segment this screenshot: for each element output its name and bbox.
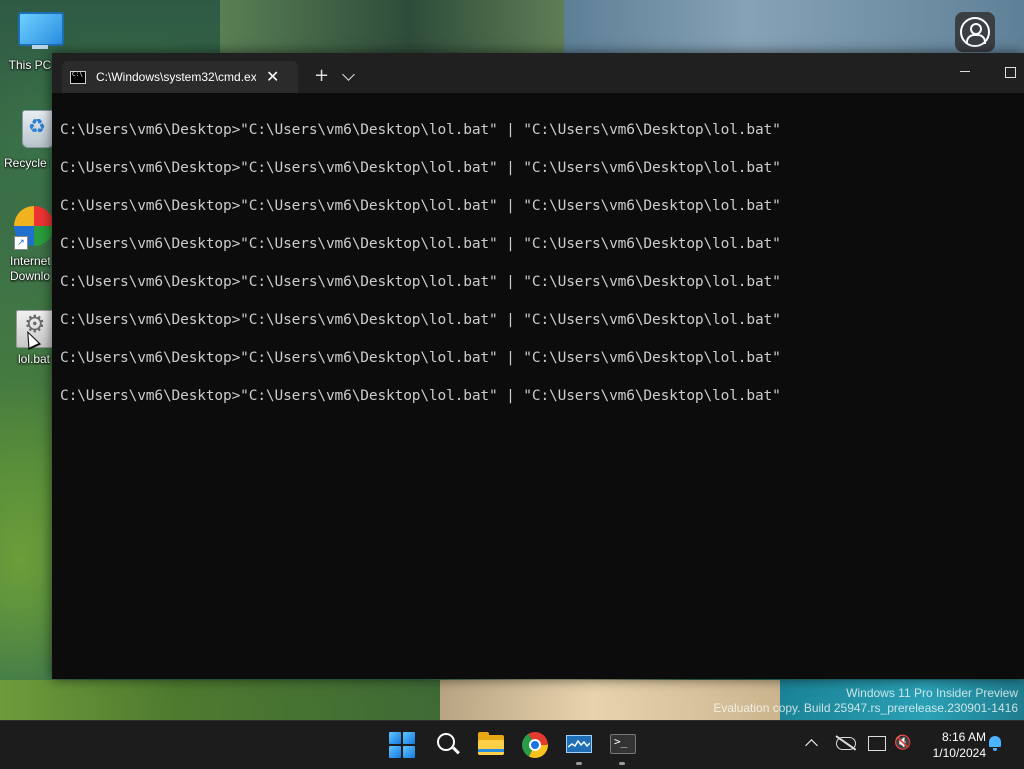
windows-logo-tile — [389, 746, 401, 758]
monitor-stand — [32, 45, 48, 49]
terminal-window[interactable]: C:\Windows\system32\cmd.exe ✕ + C:\Users… — [52, 53, 1024, 679]
windows-watermark: Windows 11 Pro Insider Preview Evaluatio… — [713, 686, 1018, 716]
desktop-icon-label: Recycle Bin — [4, 156, 50, 170]
notification-bell-icon[interactable] — [988, 736, 1002, 751]
console-line: C:\Users\vm6\Desktop>"C:\Users\vm6\Deskt… — [60, 236, 781, 252]
chevron-up-icon[interactable] — [805, 739, 818, 752]
monitor-icon — [18, 12, 64, 46]
maximize-button[interactable] — [1005, 67, 1016, 78]
console-line: C:\Users\vm6\Desktop>"C:\Users\vm6\Deskt… — [60, 198, 781, 214]
new-tab-button[interactable]: + — [314, 67, 329, 85]
console-output[interactable]: C:\Users\vm6\Desktop>"C:\Users\vm6\Deskt… — [60, 121, 1010, 425]
close-tab-icon[interactable]: ✕ — [266, 69, 279, 85]
file-explorer-button[interactable] — [478, 731, 506, 759]
resource-monitor-button[interactable] — [566, 731, 594, 759]
terminal-tab[interactable]: C:\Windows\system32\cmd.exe ✕ — [62, 61, 298, 93]
tab-title: C:\Windows\system32\cmd.exe — [96, 70, 256, 84]
taskbar: >_ 🔇 8:16 AM 1/10/2024 — [0, 720, 1024, 769]
console-line: C:\Users\vm6\Desktop>"C:\Users\vm6\Deskt… — [60, 122, 781, 138]
user-icon — [960, 17, 990, 47]
windows-logo-tile — [403, 746, 415, 758]
running-indicator — [619, 762, 625, 765]
watermark-edition: Windows 11 Pro Insider Preview — [846, 686, 1018, 700]
chrome-button[interactable] — [522, 732, 548, 758]
desktop-icon-label: This PC — [8, 58, 52, 72]
shortcut-arrow-icon: ↗ — [14, 236, 28, 250]
search-button[interactable] — [435, 731, 463, 759]
terminal-button[interactable]: >_ — [610, 731, 638, 759]
terminal-titlebar[interactable]: C:\Windows\system32\cmd.exe ✕ + — [52, 53, 1024, 93]
user-account-button[interactable] — [955, 12, 995, 52]
clock-date: 1/10/2024 — [932, 746, 986, 760]
wallpaper-cliff — [220, 0, 600, 60]
bell-body — [989, 736, 1001, 747]
running-indicator — [576, 762, 582, 765]
chevron-down-icon[interactable] — [342, 68, 355, 81]
console-line: C:\Users\vm6\Desktop>"C:\Users\vm6\Deskt… — [60, 160, 781, 176]
desktop-icon-label: Internet Download Manager — [10, 254, 50, 283]
minimize-button[interactable] — [960, 71, 970, 72]
prompt-glyph: >_ — [614, 735, 628, 748]
volume-muted-icon[interactable]: 🔇 — [894, 736, 911, 750]
folder-front — [478, 740, 504, 755]
clock-time: 8:16 AM — [941, 730, 986, 744]
windows-logo-tile — [389, 732, 401, 744]
wallpaper-grass — [0, 680, 440, 720]
clock[interactable]: 8:16 AM 1/10/2024 — [918, 729, 986, 761]
activity-graph-icon — [568, 739, 590, 748]
desktop-icon-label: lol.bat — [17, 352, 51, 366]
start-button[interactable] — [389, 732, 415, 758]
watermark-build: Evaluation copy. Build 25947.rs_prerelea… — [713, 701, 1018, 715]
console-line: C:\Users\vm6\Desktop>"C:\Users\vm6\Deskt… — [60, 312, 781, 328]
console-line: C:\Users\vm6\Desktop>"C:\Users\vm6\Deskt… — [60, 388, 781, 404]
windows-logo-tile — [403, 732, 415, 744]
console-line: C:\Users\vm6\Desktop>"C:\Users\vm6\Deskt… — [60, 350, 781, 366]
search-icon-handle — [452, 746, 460, 755]
bell-clapper — [993, 748, 997, 751]
folder-stripe — [478, 749, 504, 752]
network-icon[interactable] — [868, 736, 886, 751]
onedrive-offline-icon[interactable] — [836, 737, 856, 750]
recycle-arrows-icon: ♻ — [28, 114, 46, 138]
console-line: C:\Users\vm6\Desktop>"C:\Users\vm6\Deskt… — [60, 274, 781, 290]
chrome-icon — [529, 739, 541, 751]
cmd-icon — [70, 70, 86, 84]
